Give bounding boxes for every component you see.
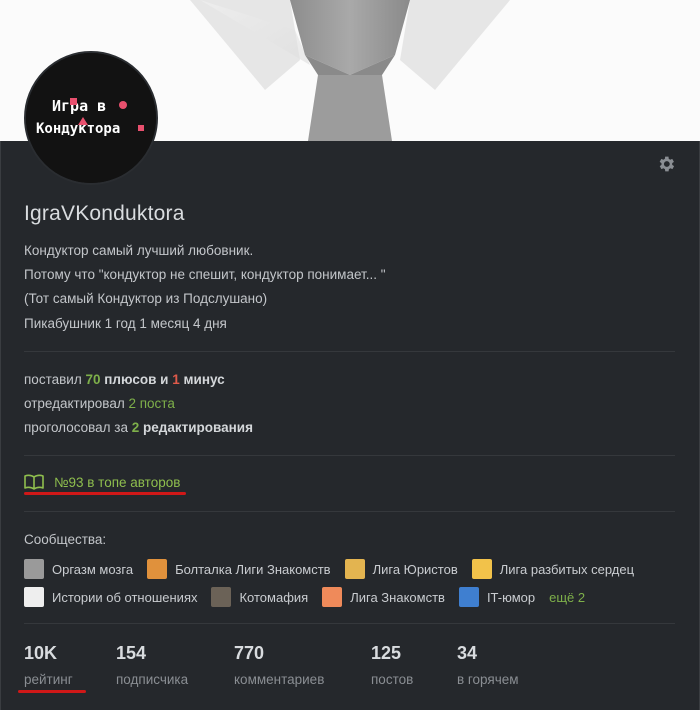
community-label: Болталка Лиги Знакомств — [175, 561, 331, 577]
community-label: Котомафия — [239, 589, 309, 605]
about-line: (Тот самый Кондуктор из Подслушано) — [24, 291, 268, 306]
edited-posts-link[interactable]: 2 поста — [128, 396, 174, 411]
profile-counters: 10K рейтинг 154 подписчика 770 комментар… — [24, 643, 557, 687]
community-link[interactable]: Болталка Лиги Знакомств — [147, 559, 331, 579]
counter-posts[interactable]: 125 постов — [371, 643, 457, 687]
community-avatar-icon — [147, 559, 168, 579]
activity-edited-line: отредактировал 2 поста — [24, 396, 175, 411]
community-avatar-icon — [344, 559, 365, 579]
community-link[interactable]: Лига разбитых сердец — [471, 559, 635, 579]
community-label: Истории об отношениях — [52, 589, 198, 605]
community-link[interactable]: Лига Знакомств — [322, 587, 445, 607]
community-label: Лига Юристов — [372, 561, 458, 577]
activity-votes-line: поставил 70 плюсов и 1 минус — [24, 372, 225, 387]
about-line: Кондуктор самый лучший любовник. — [24, 243, 254, 258]
avatar[interactable]: Игра в Кондуктора — [24, 51, 158, 185]
communities-row: Истории об отношениях Котомафия Лига Знако… — [24, 586, 684, 608]
plus-count: 70 — [85, 372, 101, 387]
community-label: Лига разбитых сердец — [499, 561, 635, 577]
divider — [24, 623, 675, 624]
communities-title: Сообщества: — [24, 532, 107, 547]
communities-list: Оргазм мозга Болталка Лиги Знакомств Лига … — [24, 558, 684, 614]
community-avatar-icon — [24, 559, 44, 579]
avatar-logo-line1: Игра в — [52, 97, 106, 115]
member-since: Пикабушник 1 год 1 месяц 4 дня — [24, 316, 227, 331]
more-communities-link[interactable]: ещё 2 — [549, 590, 585, 605]
community-label: Лига Знакомств — [350, 589, 445, 605]
community-label: IT-юмор — [486, 589, 536, 605]
community-link[interactable]: Лига Юристов — [344, 559, 458, 579]
divider — [24, 351, 675, 352]
book-icon — [24, 474, 44, 490]
community-label: Оргазм мозга — [52, 561, 134, 577]
annotation-underline — [18, 690, 86, 693]
avatar-logo-line2: Кондуктора — [36, 121, 120, 137]
top-authors-link[interactable]: №93 в топе авторов — [24, 474, 180, 490]
settings-gear-icon[interactable] — [656, 154, 676, 174]
community-link[interactable]: Оргазм мозга — [24, 559, 133, 579]
communities-row: Оргазм мозга Болталка Лиги Знакомств Лига … — [24, 558, 684, 580]
top-authors-label: №93 в топе авторов — [54, 474, 181, 490]
community-avatar-icon — [471, 559, 492, 579]
counter-comments[interactable]: 770 комментариев — [234, 643, 371, 687]
counter-rating[interactable]: 10K рейтинг — [24, 643, 116, 687]
username: IgraVKonduktora — [24, 202, 185, 225]
divider — [24, 455, 675, 456]
profile-about: Кондуктор самый лучший любовник. Потому … — [24, 239, 386, 311]
minus-count: 1 — [172, 372, 180, 387]
community-link[interactable]: Котомафия — [211, 587, 308, 607]
community-avatar-icon — [322, 587, 343, 607]
community-avatar-icon — [24, 587, 44, 607]
divider — [24, 511, 675, 512]
community-avatar-icon — [211, 587, 232, 607]
activity-stats: поставил 70 плюсов и 1 минус отредактиро… — [24, 368, 253, 440]
community-link[interactable]: Истории об отношениях — [24, 587, 197, 607]
community-avatar-icon — [458, 587, 479, 607]
counter-subscribers[interactable]: 154 подписчика — [116, 643, 234, 687]
activity-voted-line: проголосовал за 2 редактирования — [24, 420, 253, 435]
about-line: Потому что "кондуктор не спешит, кондукт… — [24, 267, 386, 282]
annotation-underline — [24, 492, 186, 495]
counter-hot[interactable]: 34 в горячем — [457, 643, 557, 687]
community-link[interactable]: IT-юмор — [458, 587, 536, 607]
